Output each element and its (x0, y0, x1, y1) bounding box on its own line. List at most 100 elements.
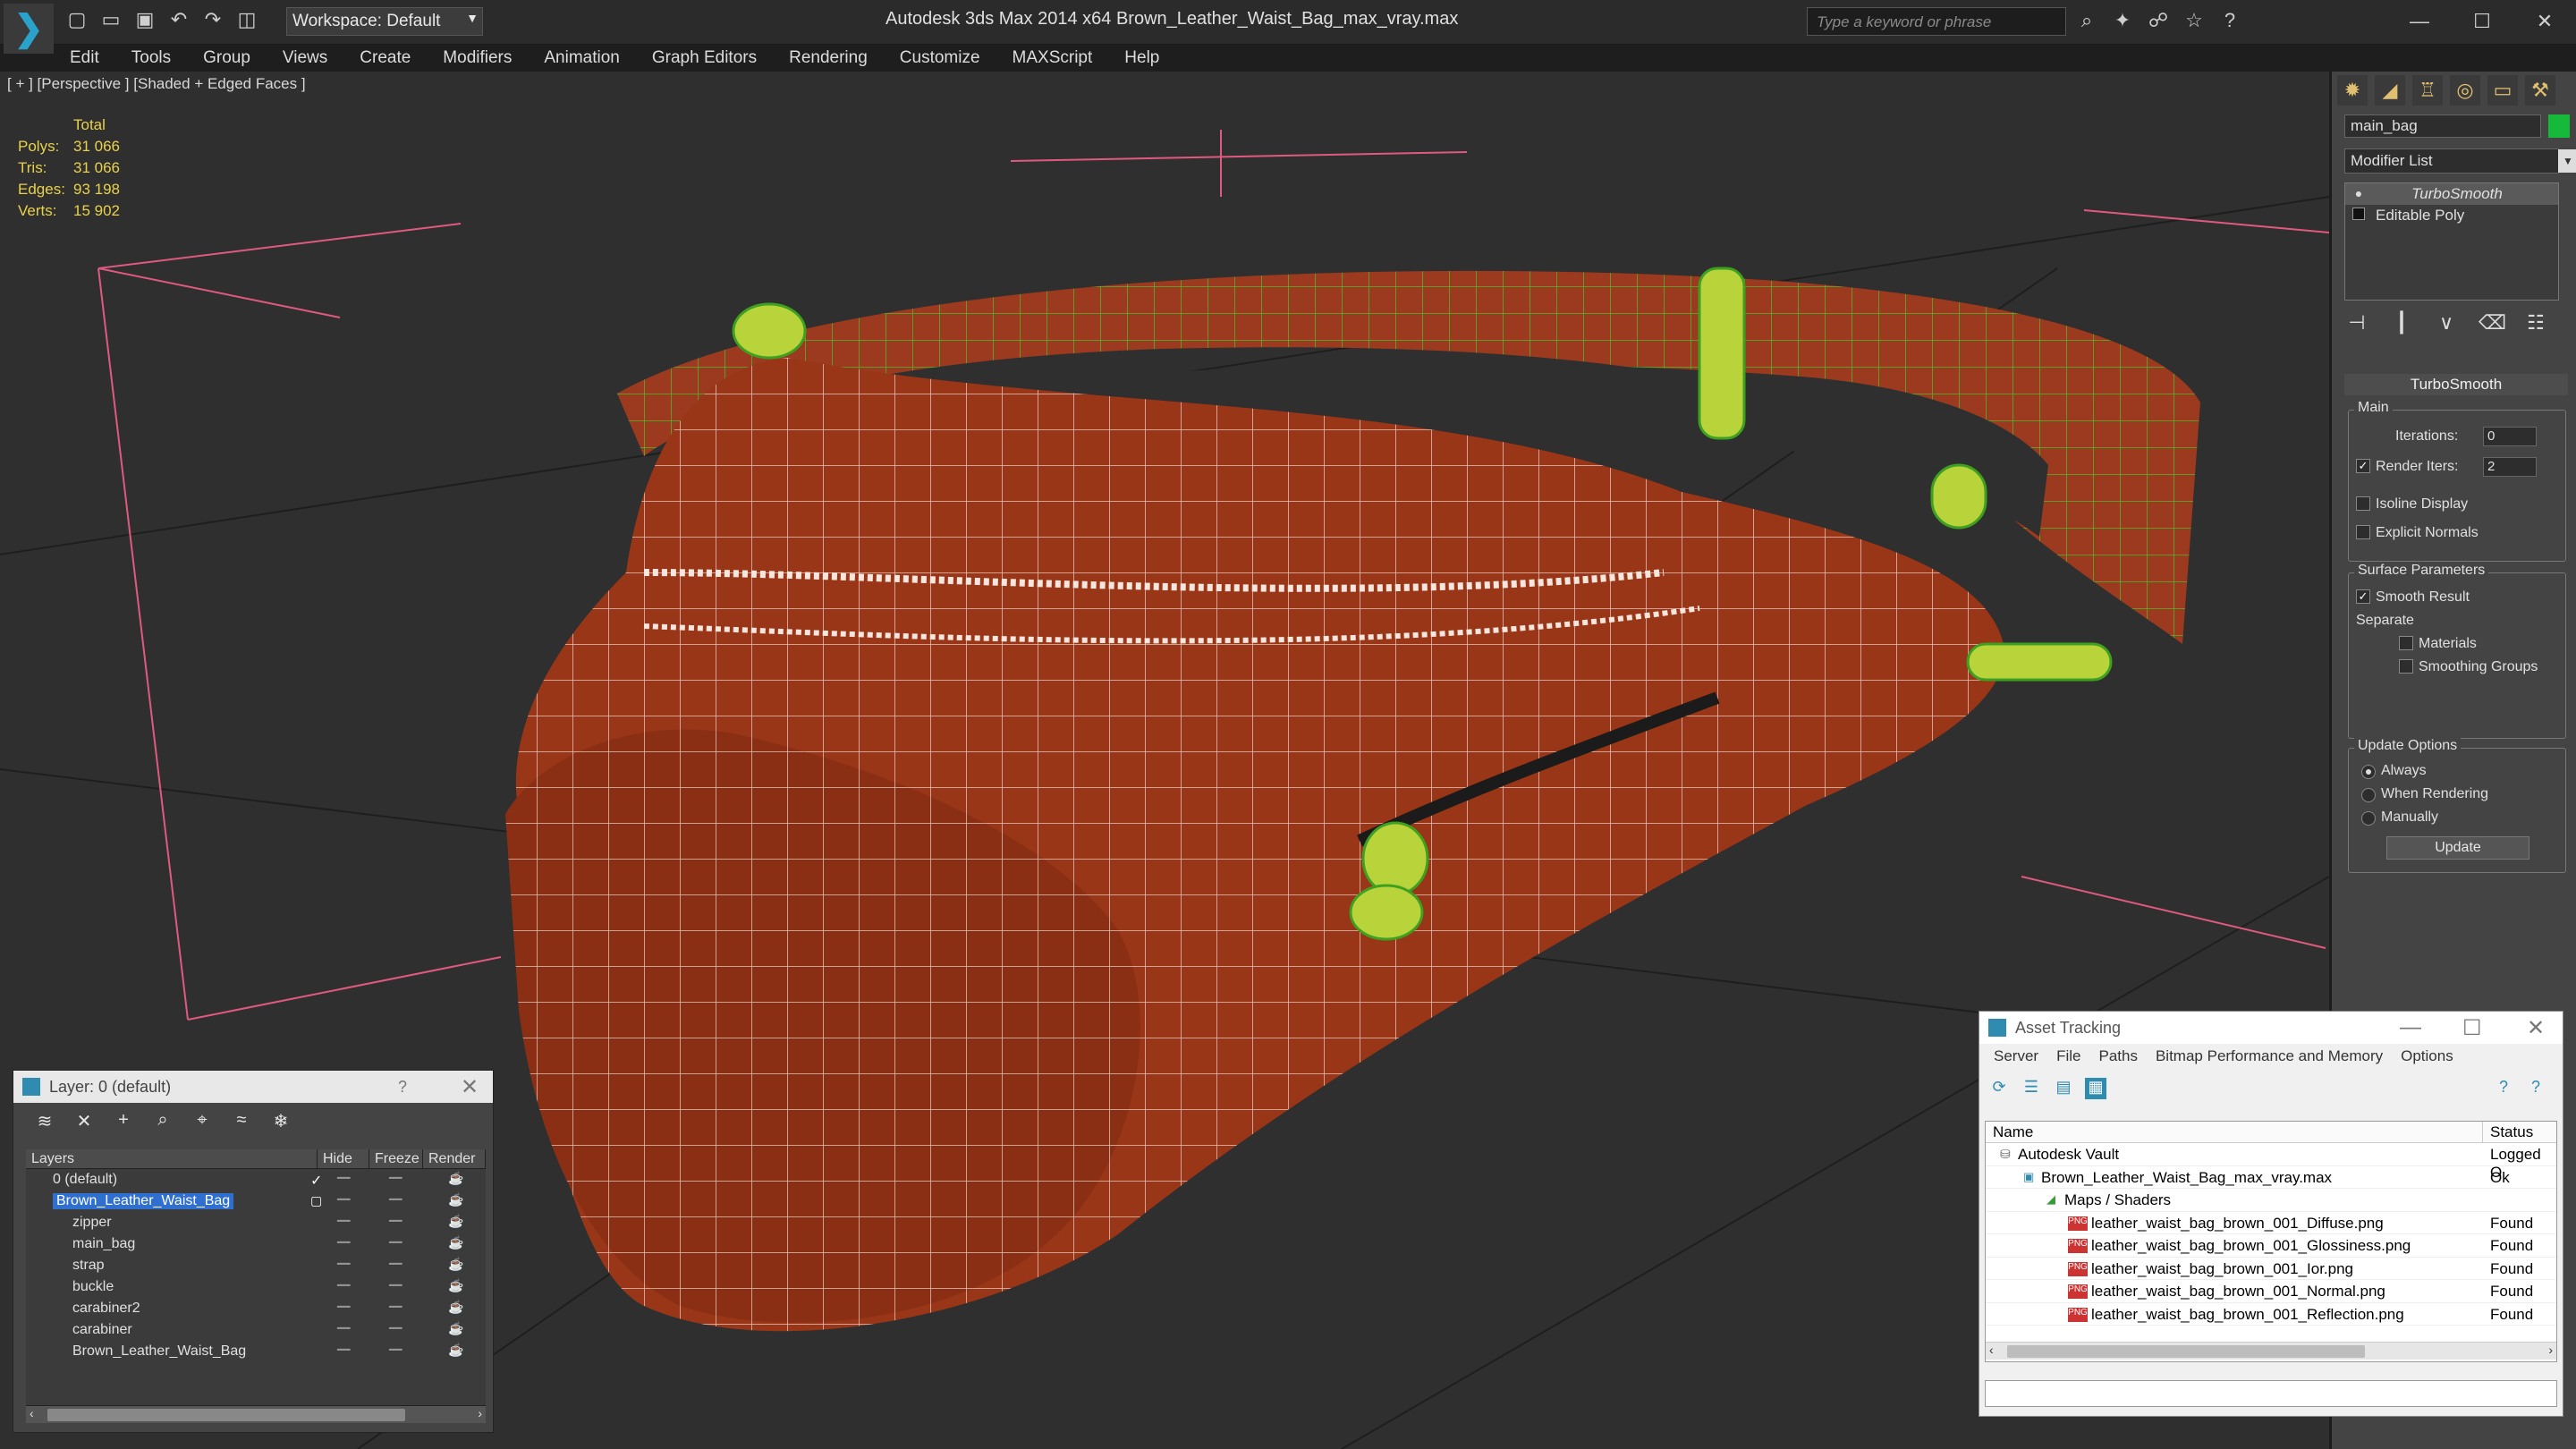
redo-icon[interactable]: ↷ (200, 7, 225, 32)
freeze-toggle-icon[interactable]: ━━ (389, 1193, 402, 1206)
subscription-icon[interactable]: ✦ (2111, 9, 2134, 32)
hierarchy-tab-icon[interactable]: ♖ (2412, 75, 2443, 106)
menu-bitmap-performance[interactable]: Bitmap Performance and Memory (2147, 1047, 2392, 1069)
menu-customize[interactable]: Customize (884, 45, 996, 72)
explicit-normals-checkbox[interactable] (2356, 525, 2370, 539)
render-teapot-icon[interactable]: ☕ (448, 1192, 463, 1208)
render-teapot-icon[interactable]: ☕ (448, 1278, 463, 1293)
scroll-right-icon[interactable]: › (2548, 1343, 2553, 1357)
open-file-icon[interactable]: ▭ (98, 7, 123, 32)
layer-row[interactable]: carabiner2 ━━ ━━ ☕ (26, 1298, 486, 1319)
close-icon[interactable]: ✕ (2513, 5, 2576, 38)
render-iters-spinner[interactable]: 2 (2483, 457, 2537, 477)
new-layer-icon[interactable]: ≋ (35, 1110, 55, 1131)
menu-group[interactable]: Group (187, 45, 267, 72)
asset-horizontal-scrollbar[interactable]: ‹ › (1986, 1342, 2556, 1360)
layer-row[interactable]: 0 (default) ✓ ━━ ━━ ☕ (26, 1169, 486, 1191)
manually-radio[interactable] (2361, 811, 2376, 826)
hide-toggle-icon[interactable]: ━━ (337, 1258, 350, 1270)
always-radio[interactable] (2361, 765, 2376, 779)
asset-row[interactable]: ⛁ Autodesk Vault Logged O (1986, 1143, 2556, 1181)
layer-row[interactable]: strap ━━ ━━ ☕ (26, 1255, 486, 1276)
hide-toggle-icon[interactable]: ━━ (337, 1215, 350, 1227)
close-icon[interactable]: ✕ (461, 1074, 479, 1100)
menu-edit[interactable]: Edit (54, 45, 115, 72)
show-end-result-icon[interactable]: ┃ (2389, 311, 2414, 335)
menu-paths[interactable]: Paths (2089, 1047, 2146, 1069)
isoline-checkbox[interactable] (2356, 496, 2370, 511)
hide-toggle-icon[interactable]: ━━ (337, 1236, 350, 1249)
menu-create[interactable]: Create (343, 45, 427, 72)
asset-row[interactable]: PNG leather_waist_bag_brown_001_Ior.png Fo… (1986, 1258, 2556, 1280)
layer-horizontal-scrollbar[interactable]: ‹ › (26, 1405, 486, 1423)
communication-icon[interactable]: ☍ (2147, 9, 2170, 32)
new-file-icon[interactable]: ▢ (64, 7, 89, 32)
hide-toggle-icon[interactable]: ━━ (337, 1279, 350, 1292)
asset-window-title-bar[interactable]: Asset Tracking — ☐ ✕ (1979, 1012, 2563, 1044)
minimize-icon[interactable]: — (2400, 1015, 2421, 1040)
stack-item-editable-poly[interactable]: Editable Poly (2345, 205, 2558, 226)
freeze-toggle-icon[interactable]: ━━ (389, 1322, 402, 1335)
maximize-icon[interactable]: ☐ (2451, 5, 2513, 38)
column-header[interactable]: Status (2483, 1122, 2540, 1142)
menu-file[interactable]: File (2047, 1047, 2089, 1069)
search-input[interactable]: Type a keyword or phrase (1807, 7, 2066, 36)
layer-row[interactable]: buckle ━━ ━━ ☕ (26, 1276, 486, 1298)
select-objects-icon[interactable]: ⌕ (153, 1110, 173, 1130)
object-color-swatch[interactable] (2548, 114, 2570, 138)
refresh-icon[interactable]: ⟳ (1988, 1078, 2010, 1099)
configure-sets-icon[interactable]: ☷ (2523, 311, 2548, 335)
thumbnail-view-icon[interactable]: ▤ (2053, 1078, 2074, 1099)
menu-graph-editors[interactable]: Graph Editors (636, 45, 773, 72)
scroll-right-icon[interactable]: › (478, 1406, 482, 1420)
freeze-toggle-icon[interactable]: ━━ (389, 1343, 402, 1356)
freeze-toggle-icon[interactable]: ━━ (389, 1215, 402, 1227)
render-teapot-icon[interactable]: ☕ (448, 1257, 463, 1272)
workspace-dropdown[interactable]: Workspace: Default ▼ (286, 7, 483, 36)
layer-row[interactable]: Brown_Leather_Waist_Bag ━━ ━━ ☕ (26, 1341, 486, 1362)
render-teapot-icon[interactable]: ☕ (448, 1235, 463, 1250)
asset-row[interactable]: ◢ Maps / Shaders (1986, 1189, 2556, 1212)
delete-layer-icon[interactable]: ✕ (74, 1110, 94, 1131)
menu-help[interactable]: Help (1108, 45, 1175, 72)
hide-all-layers-icon[interactable]: ≈ (232, 1110, 251, 1130)
layer-box-icon[interactable]: ▢ (310, 1193, 322, 1208)
object-name-field[interactable]: main_bag (2344, 114, 2541, 138)
help-icon[interactable]: ? (398, 1078, 407, 1097)
vault-help-icon[interactable]: ? (2493, 1078, 2514, 1099)
render-teapot-icon[interactable]: ☕ (448, 1321, 463, 1336)
minimize-icon[interactable]: — (2388, 5, 2451, 38)
scrollbar-thumb[interactable] (2007, 1345, 2365, 1358)
asset-row[interactable]: ▣ Brown_Leather_Waist_Bag_max_vray.max Ok (1986, 1166, 2556, 1189)
app-logo-icon[interactable]: ❯ (4, 4, 54, 54)
layer-row[interactable]: main_bag ━━ ━━ ☕ (26, 1233, 486, 1255)
layer-row[interactable]: Brown_Leather_Waist_Bag ▢ ━━ ━━ ☕ (26, 1191, 486, 1212)
menu-animation[interactable]: Animation (528, 45, 636, 72)
table-view-icon[interactable]: ▦ (2085, 1078, 2106, 1099)
hide-toggle-icon[interactable]: ━━ (337, 1343, 350, 1356)
update-button[interactable]: Update (2386, 836, 2529, 860)
display-tab-icon[interactable]: ▭ (2487, 75, 2518, 106)
render-teapot-icon[interactable]: ☕ (448, 1171, 463, 1186)
make-unique-icon[interactable]: ∨ (2434, 311, 2459, 335)
viewport-label[interactable]: [ + ] [Perspective ] [Shaded + Edged Fac… (7, 75, 306, 93)
menu-modifiers[interactable]: Modifiers (427, 45, 528, 72)
layer-row[interactable]: carabiner ━━ ━━ ☕ (26, 1319, 486, 1341)
menu-rendering[interactable]: Rendering (773, 45, 884, 72)
motion-tab-icon[interactable]: ◎ (2450, 75, 2480, 106)
hide-toggle-icon[interactable]: ━━ (337, 1193, 350, 1206)
render-iters-checkbox[interactable]: ✓ (2356, 459, 2370, 473)
smoothing-groups-checkbox[interactable] (2399, 659, 2413, 674)
column-header[interactable]: Layers (26, 1149, 318, 1168)
materials-checkbox[interactable] (2399, 636, 2413, 650)
freeze-all-layers-icon[interactable]: ❄ (271, 1110, 291, 1131)
freeze-toggle-icon[interactable]: ━━ (389, 1236, 402, 1249)
favorites-star-icon[interactable]: ☆ (2182, 9, 2206, 32)
turbosmooth-rollout-title[interactable]: TurboSmooth (2344, 374, 2568, 395)
menu-options[interactable]: Options (2392, 1047, 2462, 1069)
asset-row[interactable]: PNG leather_waist_bag_brown_001_Normal.pn… (1986, 1280, 2556, 1303)
hide-toggle-icon[interactable]: ━━ (337, 1301, 350, 1313)
asset-row[interactable]: PNG leather_waist_bag_brown_001_Glossines… (1986, 1234, 2556, 1258)
create-tab-icon[interactable]: ✹ (2337, 75, 2368, 106)
save-icon[interactable]: ▣ (132, 7, 157, 32)
